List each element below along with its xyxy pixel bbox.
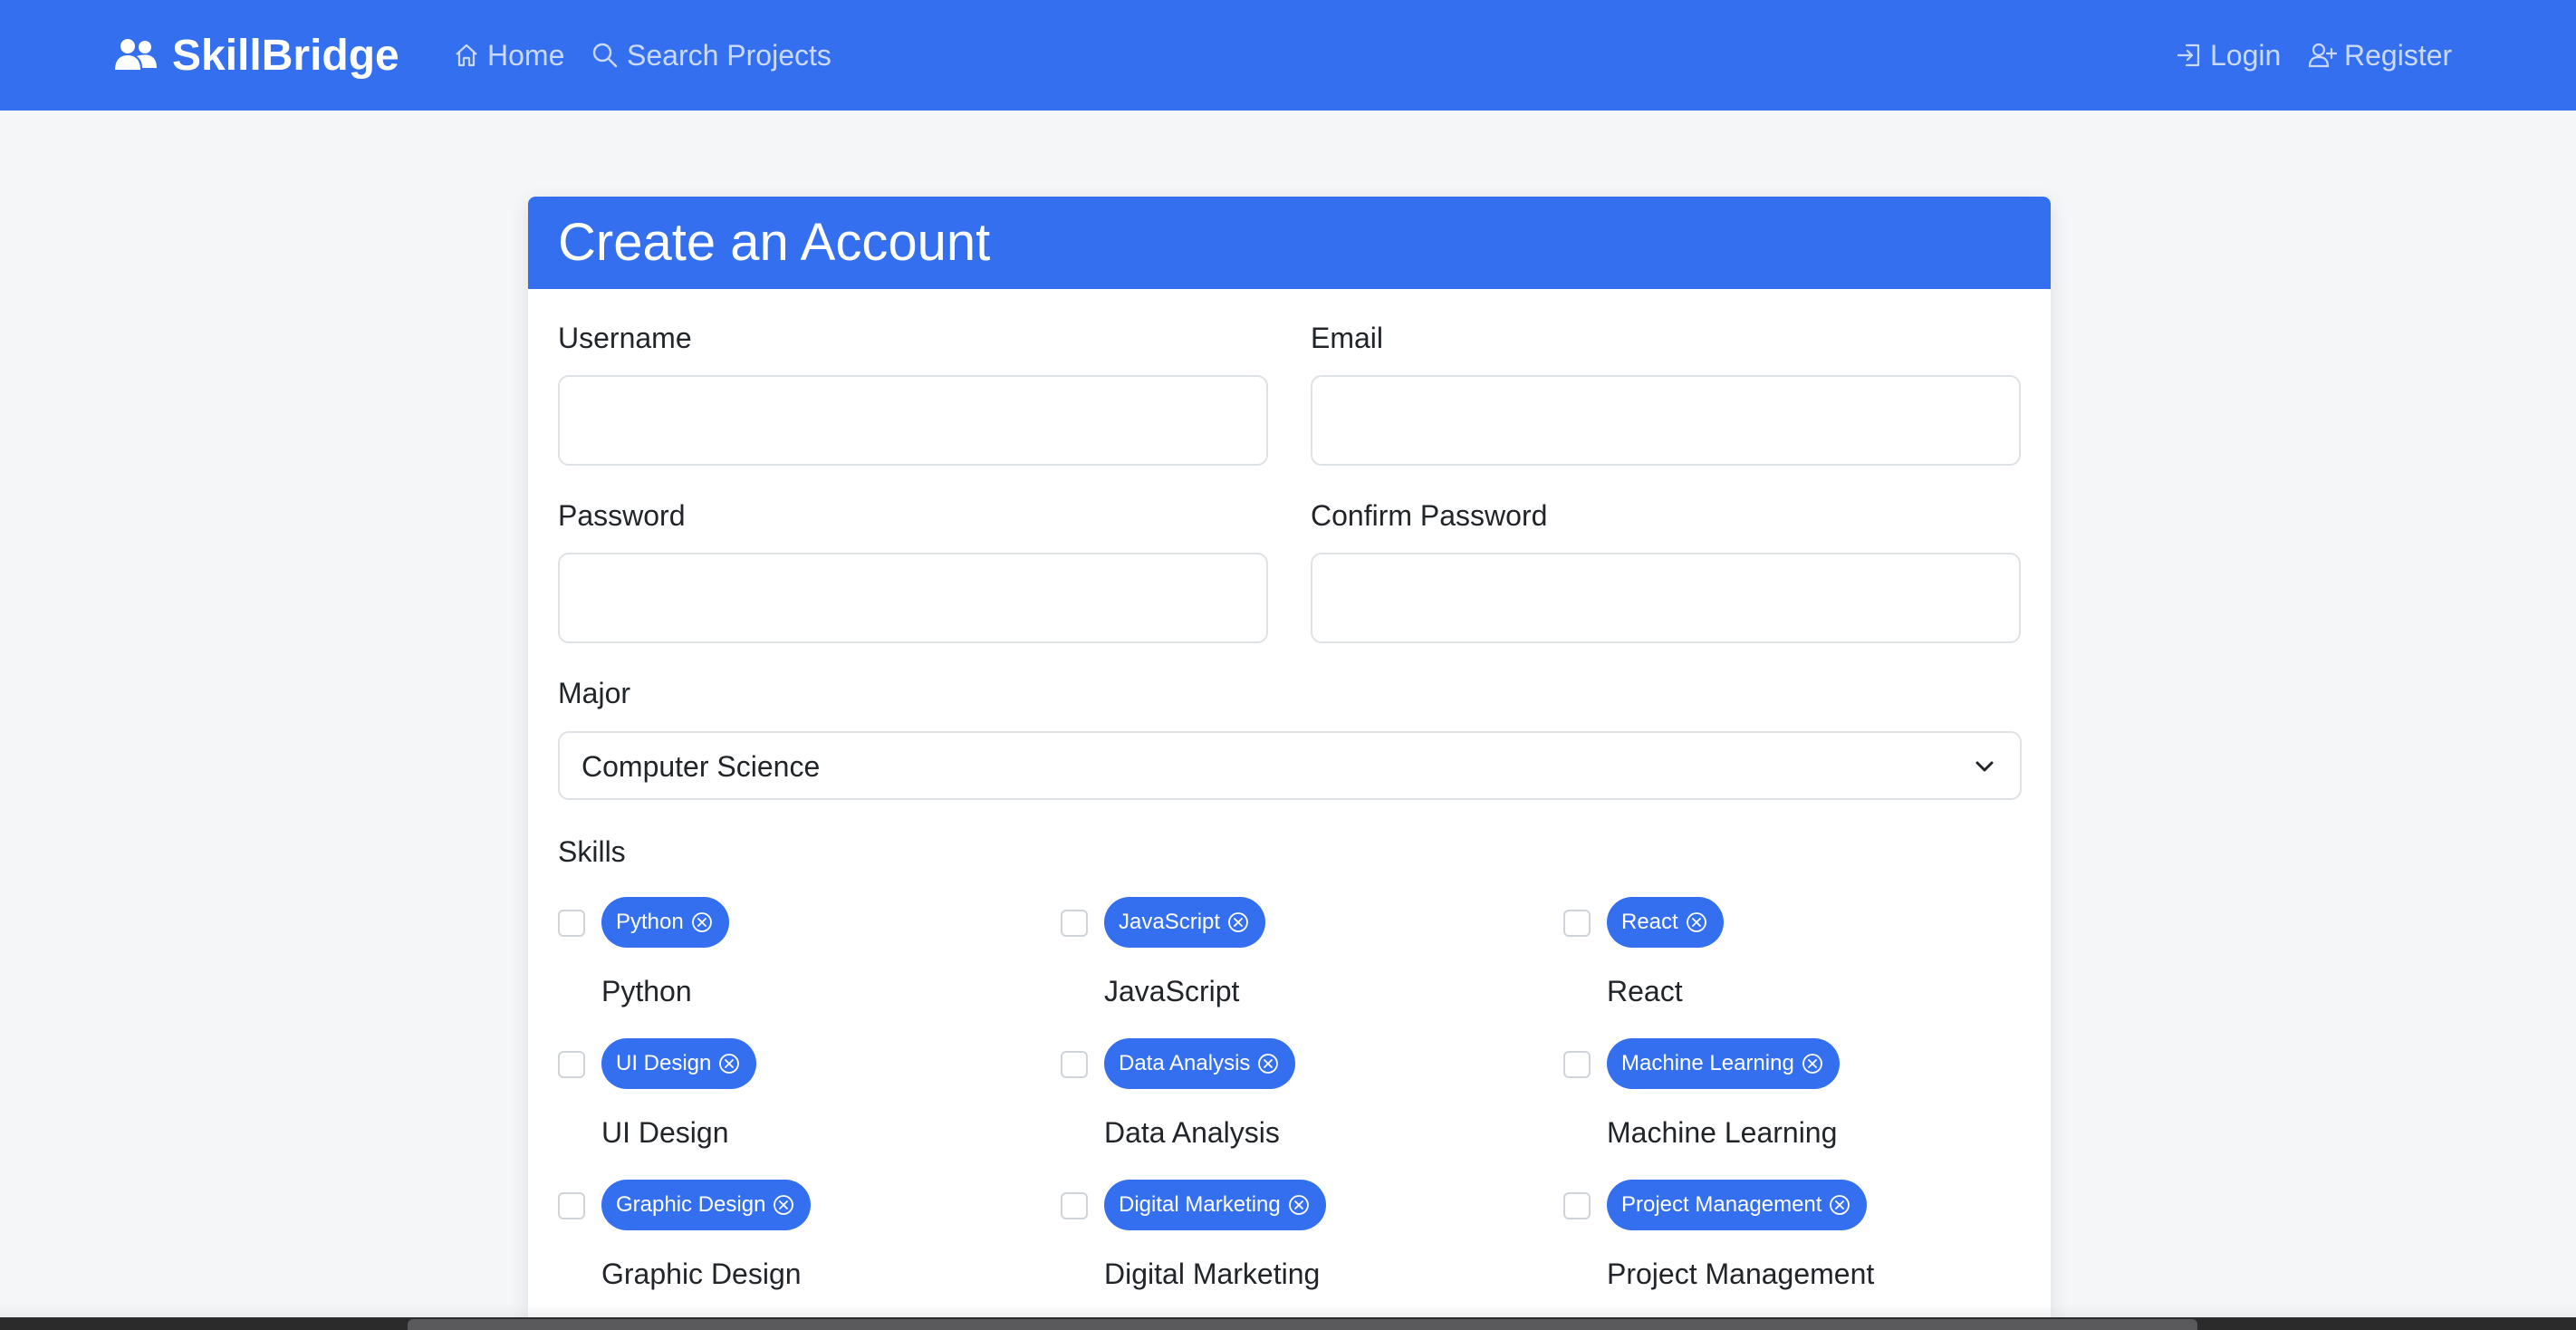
skill-label: Project Management — [1607, 1258, 1875, 1290]
nav-search-label: Search Projects — [627, 38, 831, 72]
skill-item: JavaScript JavaScript — [1061, 897, 1532, 1036]
nav-login-label: Login — [2210, 38, 2282, 72]
skill-item: Data Analysis Data Analysis — [1061, 1038, 1532, 1178]
skill-tag: Python — [601, 897, 729, 948]
confirm-password-input[interactable] — [1311, 553, 2021, 643]
skill-checkbox[interactable] — [558, 1051, 585, 1078]
skill-tag-label: Graphic Design — [616, 1192, 766, 1217]
skill-checkbox[interactable] — [1061, 1051, 1088, 1078]
skill-label: React — [1607, 975, 1683, 1007]
chevron-down-icon — [1975, 761, 1994, 772]
skill-item: UI Design UI Design — [558, 1038, 1029, 1178]
email-input[interactable] — [1311, 375, 2021, 466]
x-circle-icon[interactable] — [1227, 911, 1249, 933]
card-title: Create an Account — [558, 213, 991, 272]
password-label: Password — [558, 499, 686, 532]
email-label: Email — [1311, 322, 1384, 354]
skill-label: Data Analysis — [1104, 1116, 1280, 1149]
search-icon — [592, 43, 618, 68]
skill-tag-label: React — [1621, 910, 1678, 934]
confirm-password-label: Confirm Password — [1311, 499, 1548, 532]
nav-login-link[interactable]: Login — [2176, 29, 2281, 82]
x-circle-icon[interactable] — [718, 1053, 740, 1075]
x-circle-icon[interactable] — [1686, 911, 1707, 933]
skill-item: React React — [1563, 897, 2034, 1036]
nav-register-link[interactable]: Register — [2308, 29, 2452, 82]
users-icon — [115, 39, 157, 70]
skill-label: Machine Learning — [1607, 1116, 1838, 1149]
skill-item: Digital Marketing Digital Marketing — [1061, 1180, 1532, 1319]
major-select[interactable]: Computer Science — [558, 731, 2022, 800]
navbar: SkillBridge Home Search Projects Login R… — [0, 0, 2576, 111]
major-select-value: Computer Science — [582, 750, 821, 783]
skill-tag: React — [1607, 897, 1724, 948]
nav-search-link[interactable]: Search Projects — [591, 29, 831, 82]
skill-label: UI Design — [601, 1116, 729, 1149]
skill-tag: Digital Marketing — [1104, 1180, 1326, 1230]
x-circle-icon[interactable] — [1802, 1053, 1823, 1075]
skill-item: Project Management Project Management — [1563, 1180, 2034, 1319]
nav-register-label: Register — [2344, 38, 2453, 72]
skill-tag: Graphic Design — [601, 1180, 812, 1230]
skill-tag: Project Management — [1607, 1180, 1868, 1230]
skill-tag-label: Data Analysis — [1119, 1051, 1251, 1075]
skills-label: Skills — [558, 835, 626, 868]
skill-tag: JavaScript — [1104, 897, 1266, 948]
user-plus-icon — [2308, 43, 2337, 68]
skill-label: JavaScript — [1104, 975, 1240, 1007]
skill-tag-label: UI Design — [616, 1051, 712, 1075]
x-circle-icon[interactable] — [773, 1194, 794, 1216]
skill-checkbox[interactable] — [1061, 910, 1088, 937]
brand-name: SkillBridge — [172, 31, 399, 80]
nav-home-link[interactable]: Home — [453, 29, 564, 82]
skill-item: Machine Learning Machine Learning — [1563, 1038, 2034, 1178]
skill-tag-label: Machine Learning — [1621, 1051, 1794, 1075]
skill-tag-label: Digital Marketing — [1119, 1192, 1281, 1217]
skill-checkbox[interactable] — [558, 1192, 585, 1219]
skill-checkbox[interactable] — [1563, 1192, 1591, 1219]
password-input[interactable] — [558, 553, 1268, 643]
username-input[interactable] — [558, 375, 1268, 466]
skill-tag: UI Design — [601, 1038, 757, 1089]
skill-tag-label: JavaScript — [1119, 910, 1221, 934]
skill-tag-label: Python — [616, 910, 684, 934]
skill-checkbox[interactable] — [1563, 1051, 1591, 1078]
skill-checkbox[interactable] — [1061, 1192, 1088, 1219]
nav-home-label: Home — [487, 38, 565, 72]
card-header: Create an Account — [528, 197, 2051, 289]
x-circle-icon[interactable] — [1288, 1194, 1310, 1216]
skill-tag: Data Analysis — [1104, 1038, 1296, 1089]
skill-item: Python Python — [558, 897, 1029, 1036]
x-circle-icon[interactable] — [1257, 1053, 1279, 1075]
skill-checkbox[interactable] — [1563, 910, 1591, 937]
username-label: Username — [558, 322, 692, 354]
skill-label: Graphic Design — [601, 1258, 802, 1290]
x-circle-icon[interactable] — [1829, 1194, 1850, 1216]
major-label: Major — [558, 677, 631, 709]
register-card: Create an Account Username Email Passwor… — [528, 197, 2051, 1330]
skill-tag-label: Project Management — [1621, 1192, 1822, 1217]
login-icon — [2177, 43, 2200, 67]
brand-link[interactable]: SkillBridge — [114, 29, 399, 82]
dock-edge — [408, 1319, 2197, 1330]
skill-tag: Machine Learning — [1607, 1038, 1840, 1089]
home-icon — [456, 43, 477, 67]
skill-label: Python — [601, 975, 692, 1007]
skill-checkbox[interactable] — [558, 910, 585, 937]
skill-label: Digital Marketing — [1104, 1258, 1321, 1290]
x-circle-icon[interactable] — [691, 911, 713, 933]
skill-item: Graphic Design Graphic Design — [558, 1180, 1029, 1319]
